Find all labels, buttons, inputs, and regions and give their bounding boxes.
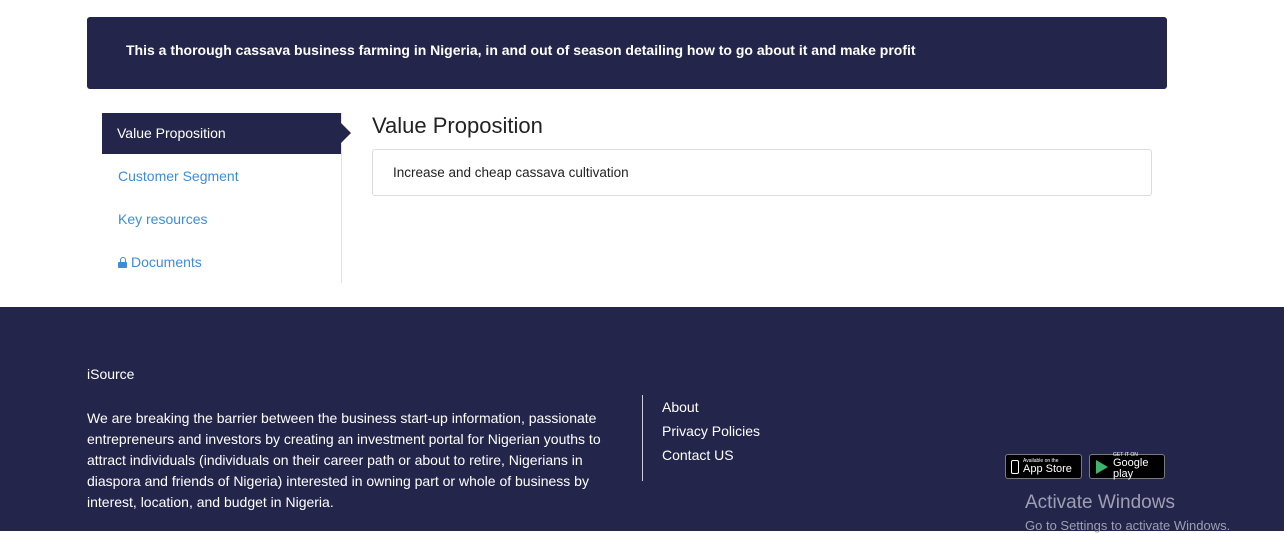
footer-description: We are breaking the barrier between the … bbox=[87, 410, 601, 510]
app-store-big-text: App Store bbox=[1023, 462, 1072, 475]
sidebar-item-value-proposition[interactable]: Value Proposition bbox=[102, 113, 351, 154]
site-footer: iSource We are breaking the barrier betw… bbox=[0, 307, 1284, 533]
sidebar-item-label: Value Proposition bbox=[117, 125, 226, 141]
footer-brand: iSource bbox=[87, 366, 135, 382]
sidebar-item-key-resources[interactable]: Key resources bbox=[102, 199, 341, 240]
footer-links: About Privacy Policies Contact US bbox=[662, 395, 760, 467]
content-panel: Increase and cheap cassava cultivation bbox=[372, 149, 1152, 196]
footer-divider bbox=[642, 395, 643, 481]
google-play-icon bbox=[1096, 459, 1108, 474]
activate-windows-watermark: Activate Windows Go to Settings to activ… bbox=[1025, 492, 1230, 533]
section-title: Value Proposition bbox=[372, 113, 543, 138]
phone-icon bbox=[1011, 459, 1019, 474]
sidebar-item-documents[interactable]: Documents bbox=[102, 242, 341, 283]
page-banner: This a thorough cassava business farming… bbox=[87, 17, 1167, 89]
google-play-big-text: Google play bbox=[1113, 457, 1149, 480]
footer-link-contact-us[interactable]: Contact US bbox=[662, 443, 760, 467]
content-text: Increase and cheap cassava cultivation bbox=[393, 165, 629, 180]
google-play-badge[interactable]: GET IT ON Google play bbox=[1089, 453, 1165, 480]
sidebar-nav: Value Proposition Customer Segment Key r… bbox=[102, 113, 351, 283]
footer-link-privacy-policies[interactable]: Privacy Policies bbox=[662, 419, 760, 443]
watermark-line-1: Activate Windows bbox=[1025, 492, 1175, 513]
banner-text: This a thorough cassava business farming… bbox=[126, 42, 916, 58]
sidebar-item-customer-segment[interactable]: Customer Segment bbox=[102, 156, 341, 197]
sidebar-item-label: Documents bbox=[131, 254, 202, 270]
sidebar-item-label: Customer Segment bbox=[118, 168, 239, 184]
sidebar-item-label: Key resources bbox=[118, 211, 208, 227]
lock-icon bbox=[118, 257, 127, 268]
app-store-badge[interactable]: Available on the App Store bbox=[1005, 454, 1082, 479]
footer-link-about[interactable]: About bbox=[662, 395, 760, 419]
